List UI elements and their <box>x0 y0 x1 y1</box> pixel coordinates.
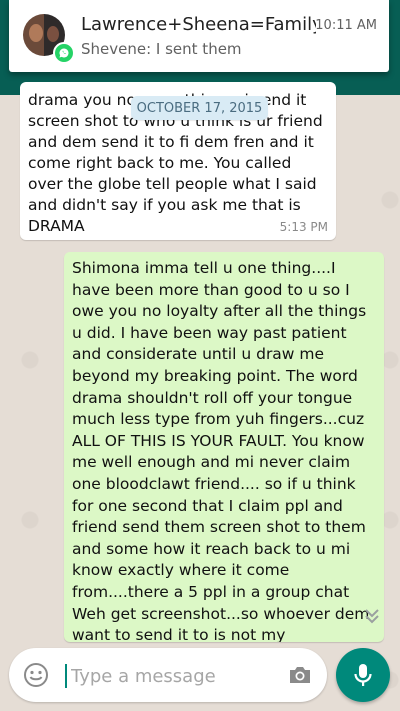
whatsapp-icon <box>53 42 75 64</box>
mic-icon <box>354 664 372 686</box>
camera-icon[interactable] <box>287 663 313 687</box>
outgoing-message-text: Shimona imma tell u one thing....I have … <box>72 259 370 642</box>
incoming-message-time: 5:13 PM <box>279 220 328 234</box>
notification-title: Lawrence+Sheena=Family.. <box>81 14 316 35</box>
mic-button[interactable] <box>336 648 390 702</box>
avatar-face-right <box>47 26 59 42</box>
chevron-double-down-icon[interactable] <box>360 604 384 628</box>
avatar-face-left <box>29 24 43 42</box>
message-composer <box>9 648 327 702</box>
text-caret <box>65 664 67 688</box>
heads-up-notification[interactable]: Lawrence+Sheena=Family.. 10:11 AM Sheven… <box>9 0 389 72</box>
date-chip: OCTOBER 17, 2015 <box>131 96 268 120</box>
outgoing-message[interactable]: Shimona imma tell u one thing....I have … <box>64 252 384 642</box>
emoji-icon[interactable] <box>23 662 49 688</box>
message-input[interactable] <box>69 660 283 692</box>
notification-time: 10:11 AM <box>315 18 377 33</box>
notification-snippet: Shevene: I sent them <box>81 40 242 58</box>
